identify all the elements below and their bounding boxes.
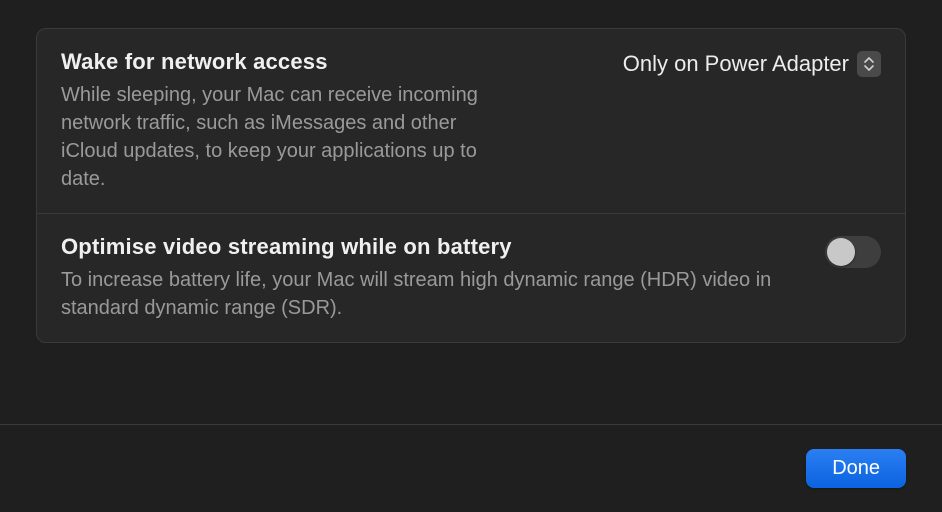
- toggle-knob: [827, 238, 855, 266]
- dropdown-value: Only on Power Adapter: [623, 51, 849, 77]
- wake-network-dropdown[interactable]: Only on Power Adapter: [623, 49, 881, 77]
- setting-description: While sleeping, your Mac can receive inc…: [61, 81, 481, 193]
- setting-wake-network: Wake for network access While sleeping, …: [37, 29, 905, 213]
- setting-description: To increase battery life, your Mac will …: [61, 266, 801, 322]
- setting-title: Wake for network access: [61, 49, 599, 75]
- setting-text: Optimise video streaming while on batter…: [61, 234, 801, 322]
- setting-control: [825, 234, 881, 268]
- dialog-footer: Done: [0, 424, 942, 512]
- settings-group: Wake for network access While sleeping, …: [36, 28, 906, 343]
- settings-content: Wake for network access While sleeping, …: [0, 0, 942, 384]
- optimise-video-toggle[interactable]: [825, 236, 881, 268]
- setting-title: Optimise video streaming while on batter…: [61, 234, 801, 260]
- chevron-up-down-icon: [857, 51, 881, 77]
- setting-text: Wake for network access While sleeping, …: [61, 49, 599, 193]
- done-button[interactable]: Done: [806, 449, 906, 488]
- setting-optimise-video: Optimise video streaming while on batter…: [37, 213, 905, 342]
